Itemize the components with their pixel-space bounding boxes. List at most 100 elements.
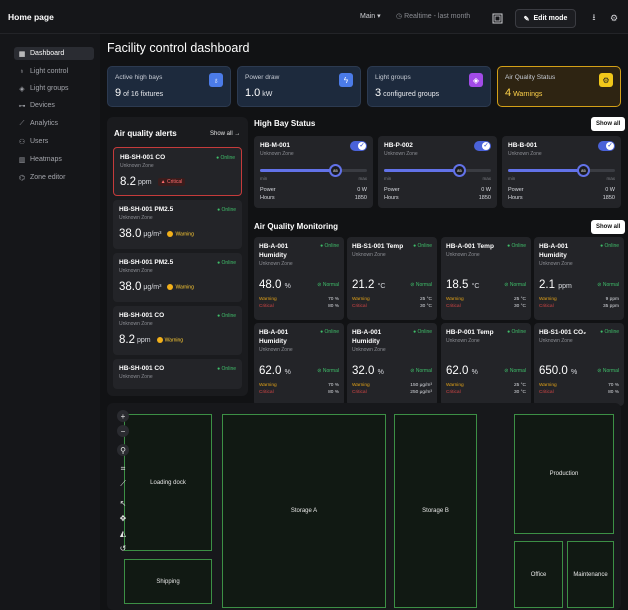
aq-monitor-card[interactable]: HB-P-001 Temp Unknown Zone ● Online 62.0 % ⊘…	[441, 323, 531, 406]
normal-badge: ⊘ Normal	[504, 282, 526, 288]
bolt-icon: ϟ	[339, 73, 353, 87]
critical-threshold: Critical 80 %	[539, 390, 619, 395]
map-toolbar: + − ⚲ ⌗ ⟋ ↖ ✥ ◭ ↺	[117, 410, 129, 554]
high-bay-card[interactable]: HB-M-001 Unknown Zone 85 minmax Power0 W…	[254, 136, 373, 208]
top-bar: Home page Main ▾ ◷ Realtime - last month…	[0, 0, 628, 34]
sidebar-item-dashboard[interactable]: ▦ Dashboard	[14, 47, 94, 60]
facility-map[interactable]: Loading dock Storage A Storage B Product…	[107, 403, 621, 610]
zone-office[interactable]: Office	[514, 541, 563, 608]
air-quality-monitoring-title: Air Quality Monitoring	[254, 222, 338, 231]
sensor-zone: Unknown Zone	[539, 338, 573, 344]
pointer-icon[interactable]: ↖	[117, 497, 129, 509]
kpi-air-quality-status[interactable]: Air Quality Status 4 Warnings ⚙	[497, 66, 621, 107]
edit-mode-label: Edit mode	[533, 15, 568, 22]
sensor-reading: 32.0 % ⊘ Normal	[352, 365, 432, 377]
fixture-power-toggle[interactable]	[598, 141, 615, 151]
warning-threshold: Warning 25 °C	[352, 297, 432, 302]
normal-badge: ⊘ Normal	[597, 282, 619, 288]
alert-value: 38.0 μg/m³ Warning	[119, 228, 194, 240]
erase-icon[interactable]: ◭	[117, 527, 129, 539]
sidebar-item-label: Heatmaps	[30, 156, 62, 163]
status-online: ● Online	[217, 260, 236, 266]
sidebar-item-label: Analytics	[30, 120, 59, 127]
slider-range: min max	[260, 176, 367, 181]
realtime-label: Realtime - last month	[404, 13, 471, 20]
zone-storage-b[interactable]: Storage B	[394, 414, 477, 608]
draw-icon[interactable]: ⟋	[117, 478, 129, 490]
alert-card[interactable]: HB-SH-001 CO Unknown Zone ● Online 8.2 pp…	[113, 147, 242, 196]
sidebar-item-analytics[interactable]: ⟋ Analytics	[14, 117, 94, 130]
kpi-value: 9 of 16 fixtures	[115, 87, 164, 99]
fixture-power-toggle[interactable]	[474, 141, 491, 151]
kpi-power-draw[interactable]: Power draw 1.0 kW ϟ	[237, 66, 361, 107]
kpi-active-high-bays[interactable]: Active high bays 9 of 16 fixtures ♁	[107, 66, 231, 107]
kpi-label: Active high bays	[115, 74, 163, 81]
zoom-out-icon[interactable]: −	[117, 425, 129, 437]
screen-icon[interactable]	[490, 11, 504, 25]
grid-icon: ▦	[18, 50, 26, 58]
sidebar-item-zone-editor[interactable]: ⌬ Zone editor	[14, 171, 94, 184]
sensor-zone: Unknown Zone	[446, 338, 480, 344]
high-bay-show-all-button[interactable]: Show all	[591, 117, 626, 131]
zone-maintenance[interactable]: Maintenance	[567, 541, 614, 608]
status-online: ● Online	[600, 243, 619, 249]
critical-badge: ▲ Critical	[157, 178, 186, 186]
status-online: ● Online	[217, 366, 236, 372]
aq-monitor-card[interactable]: HB-A-001 Humidity Unknown Zone ● Online 48.…	[254, 237, 344, 320]
fixture-power-toggle[interactable]	[350, 141, 367, 151]
download-icon[interactable]: ⭳	[587, 11, 601, 25]
rotate-icon[interactable]: ↺	[117, 542, 129, 554]
aq-monitor-card[interactable]: HB-S1-001 CO₂ Unknown Zone ● Online 650.0 %…	[534, 323, 624, 406]
alert-card[interactable]: HB-SH-001 CO Unknown Zone ● Online	[113, 359, 242, 389]
view-select[interactable]: Main ▾	[360, 12, 381, 20]
high-bay-card[interactable]: HB-P-002 Unknown Zone 85 minmax Power0 W…	[378, 136, 497, 208]
alerts-show-all-link[interactable]: Show all →	[210, 131, 240, 137]
aq-monitor-card[interactable]: HB-A-001 Humidity Unknown Zone ● Online 2.1…	[534, 237, 624, 320]
kpi-label: Power draw	[245, 74, 280, 81]
kpi-value: 1.0 kW	[245, 87, 273, 99]
critical-threshold: Critical 30 °C	[446, 390, 526, 395]
pencil-icon: ✎	[523, 15, 530, 23]
zone-shipping[interactable]: Shipping	[124, 559, 212, 604]
status-online: ● Online	[507, 329, 526, 335]
zone-production[interactable]: Production	[514, 414, 614, 534]
alert-card[interactable]: HB-SH-001 PM2.5 Unknown Zone ● Online 38…	[113, 200, 242, 249]
select-icon[interactable]: ⌗	[117, 463, 129, 475]
sensor-reading: 650.0 % ⊘ Normal	[539, 365, 619, 377]
sidebar-item-heatmaps[interactable]: ▥ Heatmaps	[14, 153, 94, 166]
dimming-slider[interactable]: 85	[260, 164, 367, 177]
settings-icon[interactable]: ⚙	[607, 11, 621, 25]
alert-card[interactable]: HB-SH-001 CO Unknown Zone ● Online 8.2 pp…	[113, 306, 242, 355]
realtime-select[interactable]: ◷ Realtime - last month	[396, 12, 470, 20]
zone-loading-dock[interactable]: Loading dock	[124, 414, 212, 551]
sidebar-item-devices[interactable]: ⊶ Devices	[14, 99, 94, 112]
aq-monitoring-show-all-button[interactable]: Show all	[591, 220, 626, 234]
critical-threshold: Critical 30 °C	[446, 304, 526, 309]
move-icon[interactable]: ✥	[117, 512, 129, 524]
aq-monitor-card[interactable]: HB-A-001 Temp Unknown Zone ● Online 18.5 °C…	[441, 237, 531, 320]
alert-card[interactable]: HB-SH-001 PM2.5 Unknown Zone ● Online 38…	[113, 253, 242, 302]
critical-threshold: Critical 35 ppm	[539, 304, 619, 309]
sensor-zone: Unknown Zone	[352, 252, 386, 258]
edit-mode-button[interactable]: ✎ Edit mode	[515, 9, 576, 28]
status-online: ● Online	[320, 329, 339, 335]
sensor-name: HB-A-001 Temp	[446, 243, 494, 250]
aq-monitor-card[interactable]: HB-S1-001 Temp Unknown Zone ● Online 21.2 °…	[347, 237, 437, 320]
zone-icon: ⌬	[18, 174, 26, 182]
zoom-in-icon[interactable]: +	[117, 410, 129, 422]
dimming-slider[interactable]: 85	[508, 164, 615, 177]
high-bay-card[interactable]: HB-B-001 Unknown Zone 85 minmax Power0 W…	[502, 136, 621, 208]
dimming-slider[interactable]: 85	[384, 164, 491, 177]
sidebar-item-light-groups[interactable]: ◈ Light groups	[14, 82, 94, 95]
critical-threshold: Critical 80 %	[259, 390, 339, 395]
zone-storage-a[interactable]: Storage A	[222, 414, 386, 608]
aq-monitor-card[interactable]: HB-A-001 Humidity Unknown Zone ● Online 32.…	[347, 323, 437, 406]
sidebar-item-users[interactable]: ⚇ Users	[14, 135, 94, 148]
alert-zone: Unknown Zone	[119, 374, 153, 380]
warning-icon	[156, 336, 163, 343]
hours-row: Hours 1850	[508, 195, 615, 201]
aq-monitor-card[interactable]: HB-A-001 Humidity Unknown Zone ● Online 62.…	[254, 323, 344, 406]
sidebar-item-light-control[interactable]: ♁ Light control	[14, 65, 94, 78]
pin-icon[interactable]: ⚲	[117, 444, 129, 456]
kpi-light-groups[interactable]: Light groups 3 configured groups ◈	[367, 66, 491, 107]
